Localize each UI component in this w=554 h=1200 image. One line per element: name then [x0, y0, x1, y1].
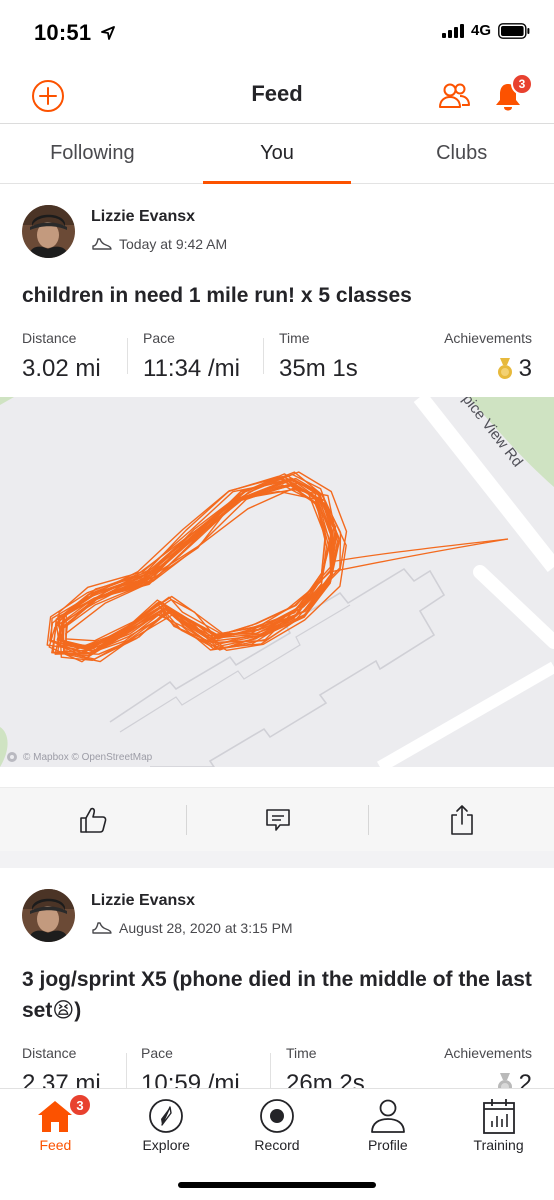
- kudos-button[interactable]: [0, 788, 185, 852]
- stat-divider: [270, 1053, 271, 1088]
- activity-stats: Distance 3.02 mi Pace 11:34 /mi Time 35m…: [0, 330, 554, 386]
- nav-explore[interactable]: Explore: [111, 1089, 222, 1165]
- clock-text: 10:51: [34, 20, 92, 45]
- status-bar: 10:51 4G: [0, 0, 554, 66]
- avatar[interactable]: [22, 889, 75, 942]
- thumbs-up-icon: [79, 807, 106, 833]
- nav-label: Explore: [142, 1137, 190, 1153]
- stat-label: Distance: [22, 330, 77, 346]
- activity-card[interactable]: Lizzie Evansx August 28, 2020 at 3:15 PM…: [0, 868, 554, 1088]
- achievements-count: 2: [518, 1070, 532, 1088]
- stat-label: Time: [286, 1045, 317, 1061]
- attribution-text: © Mapbox © OpenStreetMap: [23, 751, 153, 763]
- tab-clubs[interactable]: Clubs: [369, 124, 554, 183]
- avatar[interactable]: [22, 205, 75, 258]
- activity-timestamp: Today at 9:42 AM: [91, 236, 227, 252]
- stat-distance: Distance 3.02 mi: [22, 330, 101, 383]
- calendar-chart-icon: [479, 1097, 519, 1135]
- feed-badge: 3: [68, 1093, 92, 1117]
- comment-icon: [265, 809, 290, 831]
- gold-medal-icon: [497, 358, 512, 379]
- signal-icon: [441, 23, 464, 38]
- stat-value: 3.02 mi: [22, 355, 101, 382]
- run-shoe-icon: [92, 238, 112, 250]
- tab-you[interactable]: You: [185, 124, 370, 184]
- stat-value: 2.37 mi: [22, 1070, 101, 1088]
- timestamp-text: Today at 9:42 AM: [119, 236, 228, 252]
- run-shoe-icon: [92, 922, 112, 934]
- nav-label: Profile: [367, 1137, 408, 1153]
- activity-actions: [0, 787, 554, 851]
- comment-button[interactable]: [185, 788, 370, 852]
- activity-stats: Distance 2.37 mi Pace 10:59 /mi Time 26m…: [0, 1045, 554, 1088]
- activity-title[interactable]: 3 jog/sprint X5 (phone died in the middl…: [22, 964, 536, 1026]
- stat-divider: [263, 338, 264, 374]
- notifications-badge: 3: [511, 73, 533, 95]
- athlete-name[interactable]: Lizzie Evansx: [91, 892, 195, 910]
- activity-map[interactable]: pice View Rd © Mapbox © OpenStreetMap: [0, 397, 554, 767]
- stat-label: Achievements: [444, 1045, 532, 1061]
- stat-label: Pace: [143, 330, 175, 346]
- stat-time: Time 26m 2s: [286, 1045, 365, 1088]
- nav-label: Training: [473, 1137, 524, 1153]
- nav-record[interactable]: Record: [222, 1089, 333, 1165]
- stat-divider: [127, 338, 128, 374]
- nav-feed[interactable]: 3 Feed: [0, 1089, 111, 1165]
- status-time: 10:51: [34, 20, 115, 46]
- stat-distance: Distance 2.37 mi: [22, 1045, 101, 1088]
- nav-training[interactable]: Training: [443, 1089, 554, 1165]
- nav-label: Record: [254, 1137, 300, 1153]
- people-icon: [439, 83, 470, 108]
- activity-title[interactable]: children in need 1 mile run! x 5 classes: [22, 280, 536, 311]
- battery-icon: [498, 22, 530, 39]
- stat-value: 26m 2s: [286, 1070, 365, 1088]
- stat-divider: [126, 1053, 127, 1088]
- activity-timestamp: August 28, 2020 at 3:15 PM: [91, 920, 293, 936]
- find-friends-button[interactable]: [434, 78, 474, 114]
- stat-label: Achievements: [444, 330, 532, 346]
- stat-label: Pace: [141, 1045, 173, 1061]
- network-type: 4G: [470, 22, 491, 39]
- stat-label: Time: [279, 330, 310, 346]
- feed-tabs: Following You Clubs: [0, 124, 554, 184]
- stat-value: 11:34 /mi: [143, 355, 240, 382]
- tab-following[interactable]: Following: [0, 124, 185, 183]
- athlete-name[interactable]: Lizzie Evansx: [91, 208, 195, 226]
- status-indicators: 4G: [441, 22, 530, 39]
- stat-achievements: Achievements 2: [444, 1045, 532, 1088]
- silver-medal-icon: [497, 1073, 512, 1088]
- record-icon: [257, 1097, 297, 1135]
- nav-profile[interactable]: Profile: [332, 1089, 443, 1165]
- nav-label: Feed: [39, 1137, 72, 1153]
- notifications-button[interactable]: 3: [490, 73, 533, 114]
- stat-label: Distance: [22, 1045, 77, 1061]
- stat-achievements: Achievements 3: [444, 330, 532, 383]
- stat-value: 35m 1s: [279, 355, 358, 382]
- mapbox-logo-icon: [7, 752, 17, 762]
- stat-value: 10:59 /mi: [141, 1070, 240, 1088]
- app-header: Feed 3: [0, 66, 554, 124]
- share-button[interactable]: [369, 788, 554, 852]
- home-indicator: [178, 1182, 376, 1188]
- card-separator: [0, 851, 554, 868]
- map-attribution[interactable]: © Mapbox © OpenStreetMap: [6, 751, 152, 763]
- share-icon: [450, 805, 473, 835]
- stat-pace: Pace 10:59 /mi: [141, 1045, 240, 1088]
- stat-time: Time 35m 1s: [279, 330, 358, 383]
- achievements-count: 3: [518, 355, 532, 382]
- person-icon: [368, 1097, 408, 1135]
- stat-pace: Pace 11:34 /mi: [143, 330, 240, 383]
- route-map: pice View Rd: [0, 397, 554, 767]
- compass-icon: [146, 1097, 186, 1135]
- timestamp-text: August 28, 2020 at 3:15 PM: [119, 920, 293, 936]
- location-arrow-icon: [100, 26, 115, 40]
